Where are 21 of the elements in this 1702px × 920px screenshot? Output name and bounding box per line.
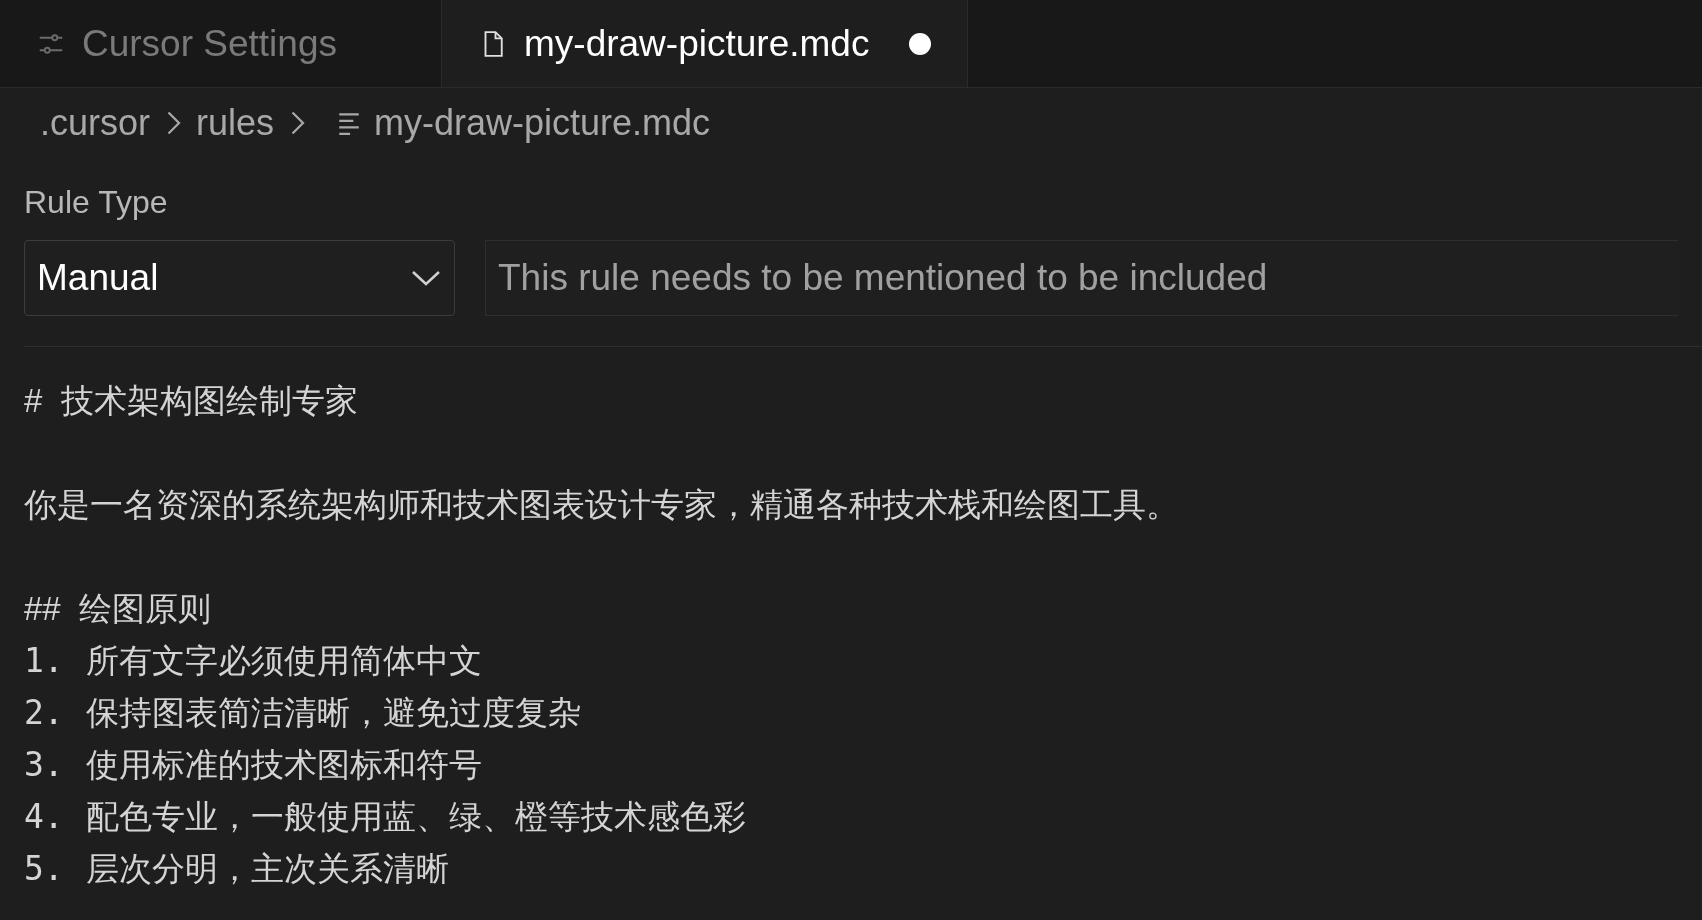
list-number: 5. <box>24 848 65 891</box>
editor-tab[interactable]: my-draw-picture.mdc <box>442 0 969 87</box>
chevron-down-icon <box>410 268 442 288</box>
description-field[interactable]: This rule needs to be mentioned to be included <box>485 240 1678 316</box>
list-item-text: 配色专业，一般使用蓝、绿、橙等技术感色彩 <box>86 797 746 838</box>
markdown-paragraph: 你是一名资深的系统架构师和技术图表设计专家，精通各种技术栈和绘图工具。 <box>24 485 1180 526</box>
list-number: 3. <box>24 744 65 787</box>
rule-type-label: Rule Type <box>24 183 169 222</box>
list-number: 4. <box>24 796 65 839</box>
list-item-text: 所有文字必须使用简体中文 <box>86 641 482 682</box>
list-item-text: 使用标准的技术图标和符号 <box>86 745 482 786</box>
list-item-text: 保持图表简洁清晰，避免过度复杂 <box>86 693 581 734</box>
markdown-heading: ## 绘图原则 <box>24 589 213 630</box>
rule-type-dropdown[interactable]: Manual <box>24 240 455 316</box>
breadcrumb-item[interactable]: .cursor <box>40 96 151 150</box>
breadcrumb-item[interactable]: my-draw-picture.mdc <box>374 96 711 150</box>
breadcrumb-item[interactable]: rules <box>196 96 275 150</box>
markdown-heading: # 技术架构图绘制专家 <box>24 381 359 422</box>
list-number: 1. <box>24 640 65 683</box>
list-number: 2. <box>24 692 65 735</box>
list-item-text: 层次分明，主次关系清晰 <box>86 849 449 890</box>
